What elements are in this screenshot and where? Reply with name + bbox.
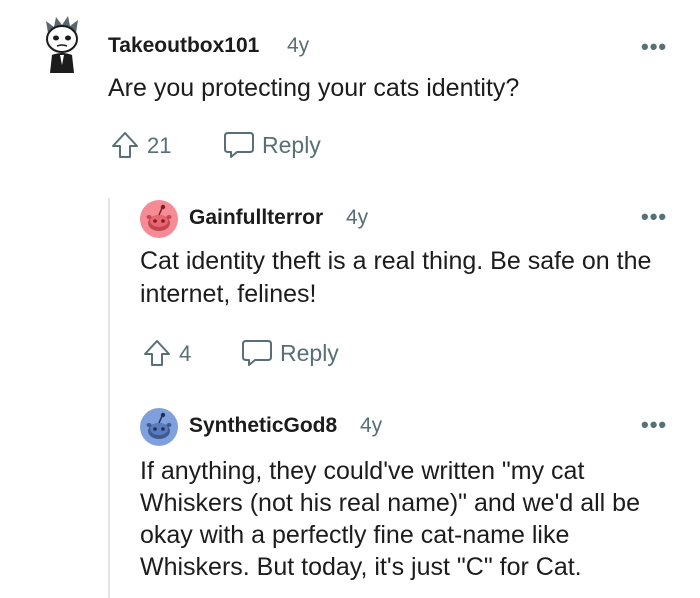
reply-button[interactable]: Reply — [262, 132, 321, 159]
reply-button-icon[interactable] — [241, 338, 273, 368]
avatar[interactable] — [140, 200, 178, 238]
upvote-button[interactable] — [110, 130, 140, 160]
comment-body: If anything, they could've written "my c… — [140, 457, 640, 581]
comment-age: 4y — [360, 414, 383, 437]
upvote-arrow-icon — [112, 132, 138, 158]
snoo-avatar-icon — [46, 16, 78, 73]
reply-button[interactable]: Reply — [280, 340, 339, 367]
upvote-button[interactable] — [142, 338, 172, 368]
username[interactable]: Gainfullterror — [189, 206, 323, 230]
snoo-avatar-icon — [140, 408, 178, 446]
speech-bubble-icon — [224, 132, 254, 158]
comment-age: 4y — [346, 206, 369, 229]
vote-score: 21 — [147, 133, 172, 158]
comment-body: Are you protecting your cats identity? — [108, 74, 520, 102]
comment-age: 4y — [287, 34, 310, 57]
avatar[interactable] — [140, 408, 178, 446]
username[interactable]: SyntheticGod8 — [189, 414, 337, 438]
speech-bubble-icon — [242, 340, 272, 366]
overflow-menu-icon[interactable]: ••• — [641, 204, 667, 230]
vote-score: 4 — [179, 341, 192, 366]
overflow-menu-icon[interactable]: ••• — [641, 412, 667, 438]
avatar[interactable] — [40, 15, 84, 75]
overflow-menu-icon[interactable]: ••• — [641, 34, 667, 60]
thread-line[interactable] — [108, 198, 110, 598]
username[interactable]: Takeoutbox101 — [108, 34, 259, 58]
reply-button-icon[interactable] — [223, 130, 255, 160]
upvote-arrow-icon — [144, 340, 170, 366]
comment-body: Cat identity theft is a real thing. Be s… — [140, 247, 652, 308]
snoo-avatar-icon — [140, 200, 178, 238]
